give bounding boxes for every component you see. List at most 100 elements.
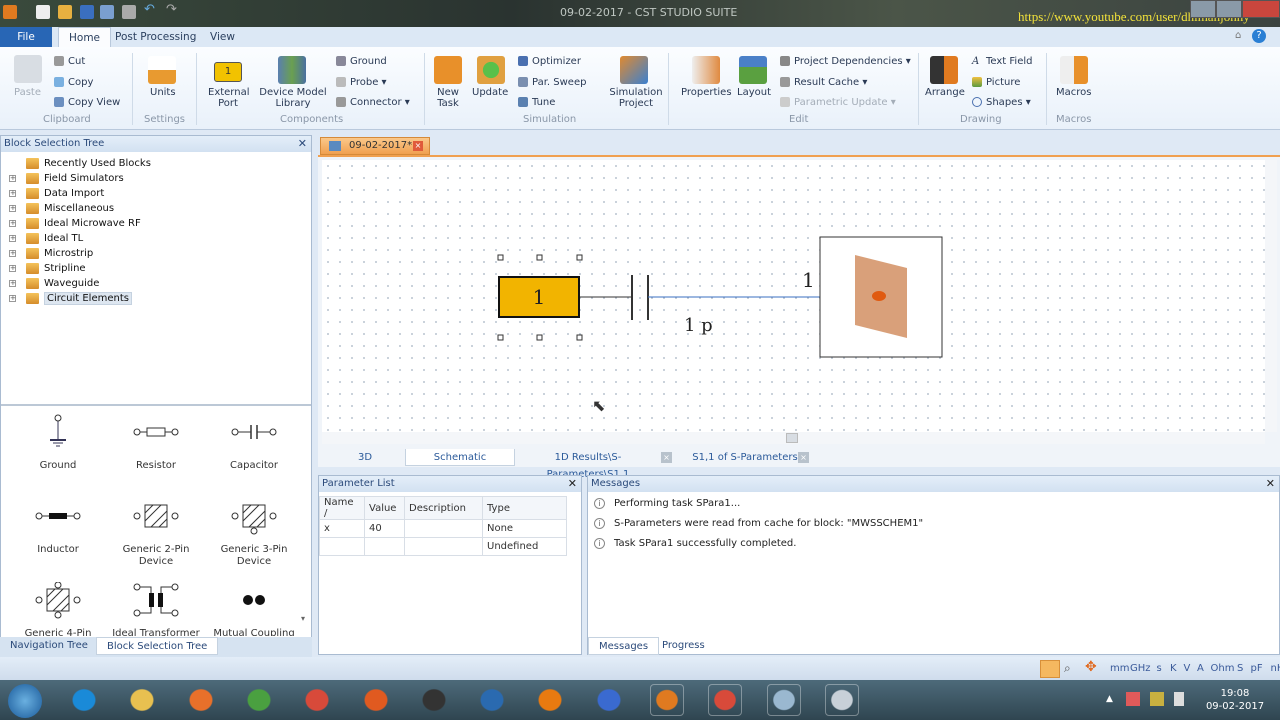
device-model-library-button[interactable]: Device Model Library <box>258 87 328 109</box>
tree-item[interactable]: + Circuit Elements <box>1 291 311 306</box>
unit-k[interactable]: K <box>1170 663 1177 674</box>
unit-ohm[interactable]: Ohm <box>1211 663 1235 674</box>
cell-description[interactable] <box>404 537 483 556</box>
message-item[interactable]: i S-Parameters were read from cache for b… <box>588 514 1279 534</box>
tree-item[interactable]: + Data Import <box>1 186 311 201</box>
open-icon[interactable] <box>58 5 72 19</box>
tree-item[interactable]: + Miscellaneous <box>1 201 311 216</box>
tree-item[interactable]: + Microstrip <box>1 246 311 261</box>
expand-icon[interactable]: + <box>9 265 16 272</box>
taskbar-chrome-icon[interactable] <box>300 684 335 716</box>
paste-button[interactable]: Paste <box>14 87 41 98</box>
expand-icon[interactable]: + <box>9 235 16 242</box>
expand-icon[interactable]: + <box>9 205 16 212</box>
picture-button[interactable]: Picture <box>972 77 1020 88</box>
ground-button[interactable]: Ground <box>336 56 387 67</box>
print-icon[interactable] <box>122 5 136 19</box>
unit-v[interactable]: V <box>1184 663 1191 674</box>
tab-s11[interactable]: S1,1 of S-Parameters <box>690 449 800 466</box>
message-item[interactable]: i Task SPara1 successfully completed. <box>588 534 1279 554</box>
tree-item[interactable]: + Ideal Microwave RF <box>1 216 311 231</box>
optimizer-button[interactable]: Optimizer <box>518 56 581 67</box>
gallery-item-mutual-coupling[interactable]: Mutual Coupling <box>204 582 304 636</box>
taskbar-app2-icon[interactable] <box>358 684 393 716</box>
text-field-button[interactable]: A Text Field <box>972 56 1032 67</box>
cell-description[interactable] <box>404 519 483 538</box>
tab-progress[interactable]: Progress <box>652 637 715 655</box>
new-icon[interactable] <box>36 5 50 19</box>
taskbar-app3-icon[interactable] <box>416 684 451 716</box>
external-port-button[interactable]: External Port <box>208 87 250 109</box>
tab-schematic[interactable]: Schematic <box>405 449 515 466</box>
tree-item[interactable]: + Waveguide <box>1 276 311 291</box>
tree-item[interactable]: + Ideal TL <box>1 231 311 246</box>
tab-home[interactable]: Home <box>58 27 112 47</box>
message-item[interactable]: i Performing task SPara1... <box>588 494 1279 514</box>
expand-icon[interactable]: + <box>9 295 16 302</box>
close-panel-icon[interactable]: ✕ <box>568 476 577 492</box>
network-icon[interactable] <box>1150 692 1164 706</box>
layout-button[interactable]: Layout <box>737 87 771 98</box>
minimize-ribbon-icon[interactable]: ⌂ <box>1235 30 1241 41</box>
tab-messages[interactable]: Messages <box>588 637 660 655</box>
result-cache-button[interactable]: Result Cache ▾ <box>780 77 867 88</box>
gallery-item-generic-4-pin[interactable]: Generic 4-Pin <box>8 582 108 636</box>
tune-button[interactable]: Tune <box>518 97 555 108</box>
project-dependencies-button[interactable]: Project Dependencies ▾ <box>780 56 911 67</box>
simulation-project-button[interactable]: Simulation Project <box>608 87 664 109</box>
properties-button[interactable]: Properties <box>681 87 732 98</box>
taskbar-isis-icon[interactable] <box>591 684 626 716</box>
show-hidden-icons[interactable]: ▲ <box>1106 694 1113 704</box>
tree-item[interactable]: Recently Used Blocks <box>1 156 311 171</box>
cell-type[interactable]: Undefined <box>482 537 567 556</box>
tree-item[interactable]: + Field Simulators <box>1 171 311 186</box>
tree-item[interactable]: + Stripline <box>1 261 311 276</box>
unit-mm[interactable]: mm <box>1110 663 1129 674</box>
table-row[interactable]: x 40 None <box>319 519 567 538</box>
select-tool-icon[interactable] <box>1040 660 1060 678</box>
gallery-item-ideal-transformer[interactable]: Ideal Transformer <box>106 582 206 636</box>
close-tab-icon[interactable]: × <box>413 141 423 151</box>
save-icon[interactable] <box>80 5 94 19</box>
tab-block-selection-tree[interactable]: Block Selection Tree <box>96 637 219 655</box>
volume-icon[interactable] <box>1174 692 1184 706</box>
close-panel-icon[interactable]: ✕ <box>298 136 307 152</box>
document-tab[interactable]: 09-02-2017* × <box>320 137 430 155</box>
taskbar-app5-icon[interactable] <box>766 684 801 716</box>
expand-icon[interactable]: + <box>9 220 16 227</box>
column-value[interactable]: Value <box>364 496 405 520</box>
unit-s[interactable]: s <box>1157 663 1162 674</box>
start-button[interactable] <box>8 684 42 718</box>
taskbar-app6-icon[interactable] <box>824 684 859 716</box>
taskbar-vlc-icon[interactable] <box>533 684 568 716</box>
unit-s[interactable]: S <box>1237 663 1243 674</box>
taskbar-explorer-icon[interactable] <box>125 684 160 716</box>
tab-navigation-tree[interactable]: Navigation Tree <box>0 637 98 655</box>
unit-a[interactable]: A <box>1197 663 1204 674</box>
probe-button[interactable]: Probe ▾ <box>336 77 387 88</box>
tab-file[interactable]: File <box>0 27 52 47</box>
update-button[interactable]: Update <box>472 87 508 98</box>
cell-value[interactable]: 40 <box>364 519 405 538</box>
cut-button[interactable]: Cut <box>54 56 85 67</box>
copy-view-button[interactable]: Copy View <box>54 97 120 108</box>
maximize-button[interactable] <box>1216 0 1242 18</box>
cell-name[interactable]: x <box>319 519 365 538</box>
tab-3d[interactable]: 3D <box>330 449 400 466</box>
taskbar-app-icon[interactable] <box>241 684 276 716</box>
splitter[interactable] <box>1 404 311 406</box>
scroll-thumb[interactable] <box>786 433 798 443</box>
help-icon[interactable]: ? <box>1252 29 1266 43</box>
expand-icon[interactable]: + <box>9 250 16 257</box>
redo-icon[interactable]: ↷ <box>166 2 180 17</box>
units-button[interactable]: Units <box>150 87 176 98</box>
pan-tool-icon[interactable]: ✥ <box>1085 659 1097 675</box>
taskbar-chrome2-icon[interactable] <box>708 684 743 716</box>
arrange-button[interactable]: Arrange <box>925 87 965 98</box>
cell-value[interactable] <box>364 537 405 556</box>
schematic-canvas[interactable]: 1 1 p 1 ⬉ <box>322 160 1265 432</box>
close-tab-icon[interactable]: × <box>798 452 809 463</box>
par-sweep-button[interactable]: Par. Sweep <box>518 77 586 88</box>
action-center-icon[interactable] <box>1126 692 1140 706</box>
gallery-item-resistor[interactable]: Resistor <box>106 414 206 472</box>
